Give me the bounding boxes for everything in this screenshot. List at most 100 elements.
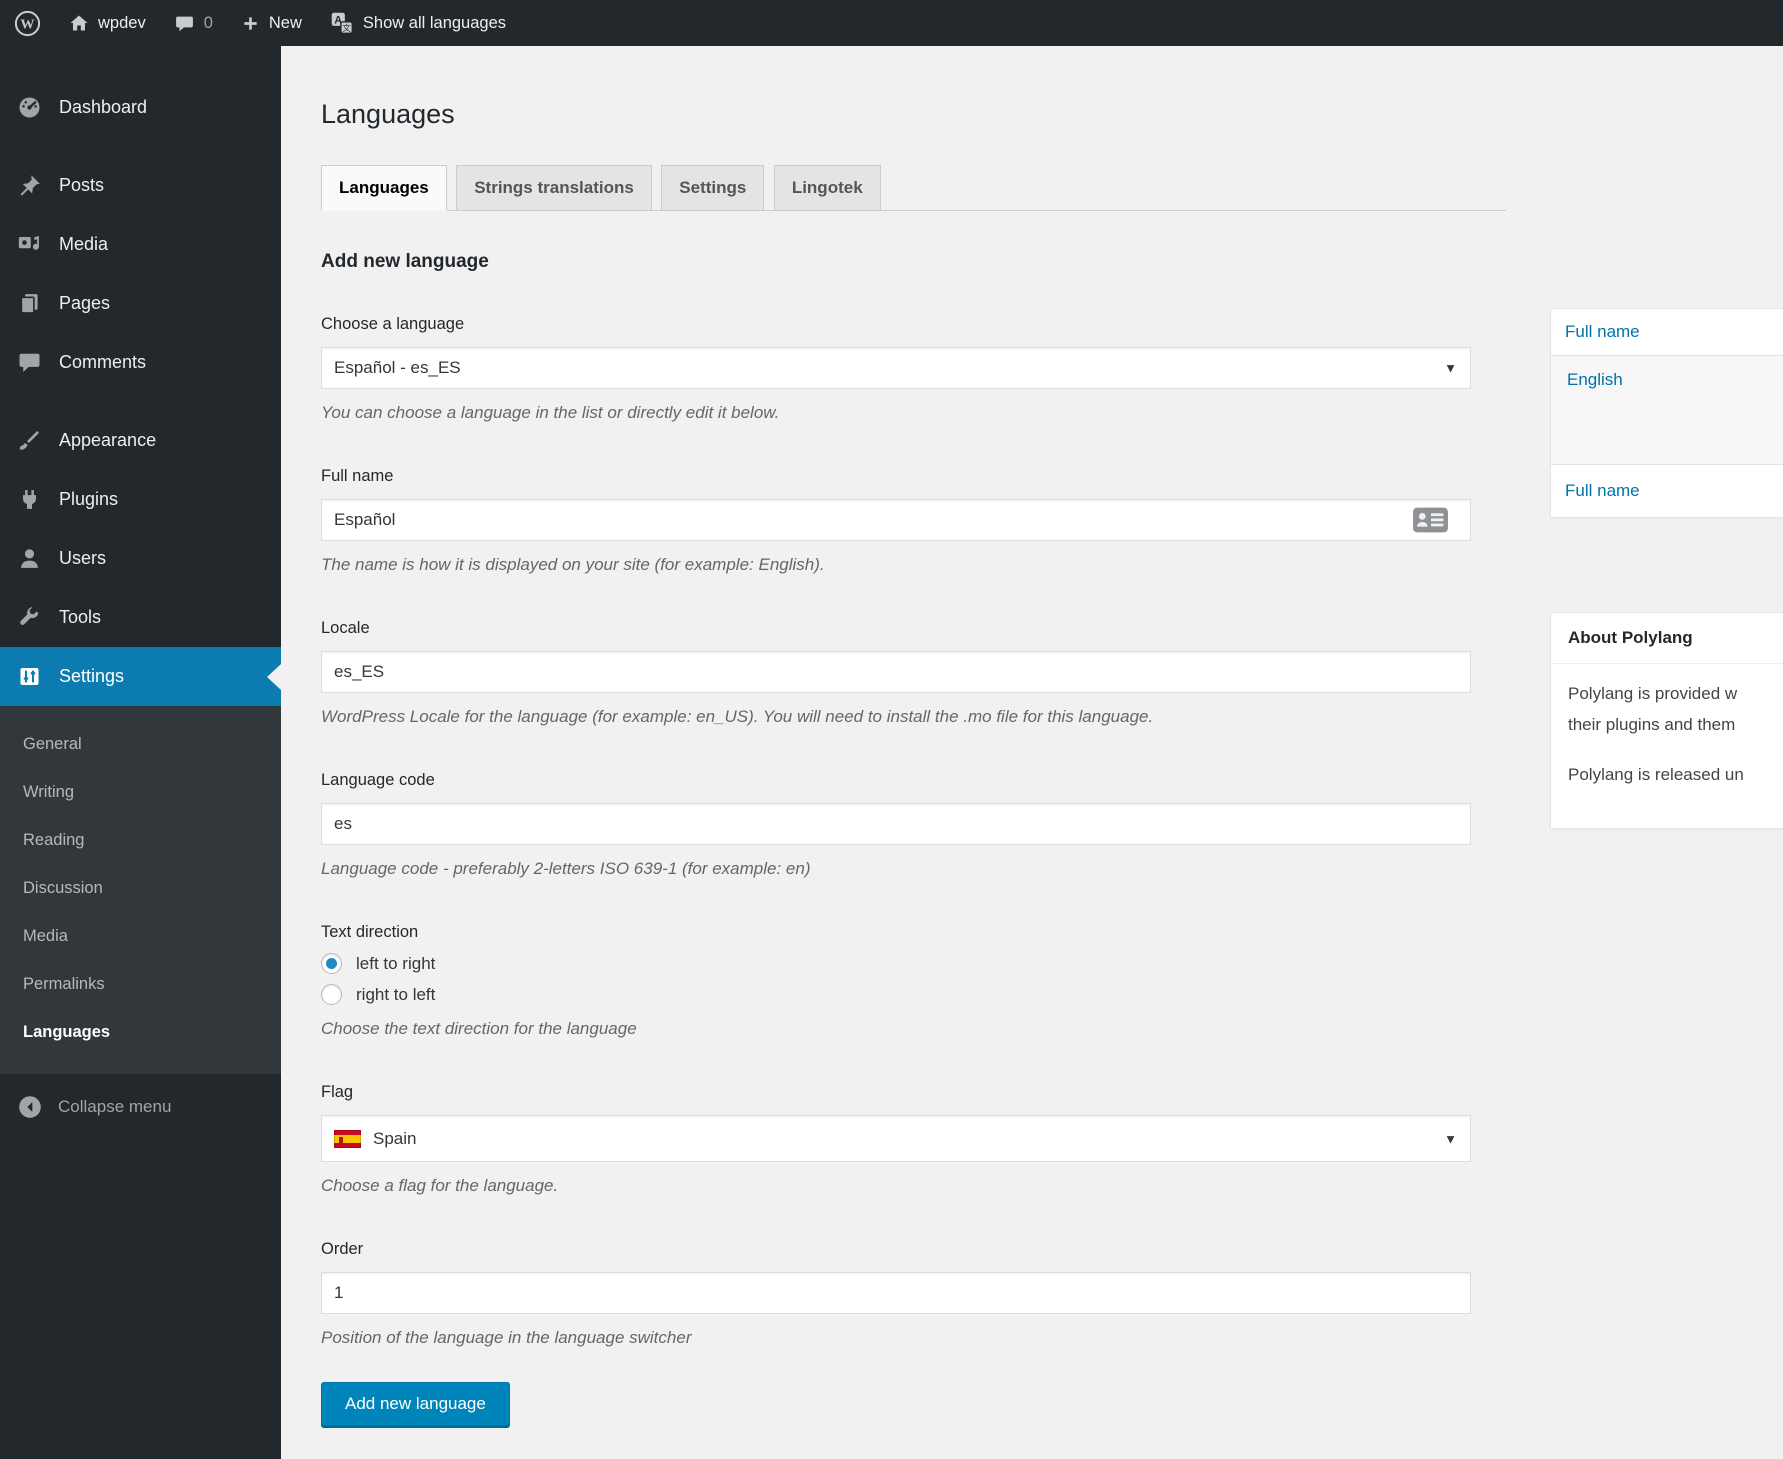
sidebar-item-label: Pages <box>59 293 110 314</box>
home-icon <box>69 13 89 33</box>
submenu-item-discussion[interactable]: Discussion <box>0 864 281 912</box>
about-polylang-body: Polylang is provided w their plugins and… <box>1551 664 1783 828</box>
contact-card-icon <box>1412 507 1449 534</box>
plus-icon <box>241 14 260 33</box>
locale-help: WordPress Locale for the language (for e… <box>321 705 1471 729</box>
chevron-down-icon: ▼ <box>1444 361 1457 376</box>
show-all-languages-label: Show all languages <box>363 14 506 33</box>
radio-ltr[interactable]: left to right <box>321 953 1471 974</box>
right-column: Full name English Full name About Polyla… <box>1550 308 1783 829</box>
submenu-item-general[interactable]: General <box>0 720 281 768</box>
column-header-full-name[interactable]: Full name <box>1565 322 1640 341</box>
comments-menu[interactable]: 0 <box>160 0 227 46</box>
comment-bubble-icon <box>174 13 195 34</box>
sidebar-item-plugins[interactable]: Plugins <box>0 470 281 529</box>
radio-rtl-label: right to left <box>356 985 435 1005</box>
submenu-item-writing[interactable]: Writing <box>0 768 281 816</box>
full-name-label: Full name <box>321 465 1471 487</box>
flag-select[interactable]: Spain ▼ <box>321 1115 1471 1162</box>
radio-button-icon[interactable] <box>321 953 342 974</box>
sidebar-item-users[interactable]: Users <box>0 529 281 588</box>
sidebar-item-label: Comments <box>59 352 146 373</box>
wrench-icon <box>17 605 42 630</box>
tab-bar: Languages Strings translations Settings … <box>321 165 1506 211</box>
sidebar-item-label: Users <box>59 548 106 569</box>
tab-settings[interactable]: Settings <box>661 165 764 211</box>
language-code-help: Language code - preferably 2-letters ISO… <box>321 857 1471 881</box>
sidebar-item-settings[interactable]: Settings <box>0 647 281 706</box>
tab-strings-translations[interactable]: Strings translations <box>456 165 652 211</box>
language-row-link-english[interactable]: English <box>1567 370 1623 389</box>
sidebar-item-label: Settings <box>59 666 124 687</box>
language-code-field: Language code Language code - preferably… <box>321 769 1471 881</box>
flag-help: Choose a flag for the language. <box>321 1174 1471 1198</box>
submenu-item-languages[interactable]: Languages <box>0 1008 281 1056</box>
chevron-down-icon: ▼ <box>1444 1131 1457 1146</box>
choose-language-field: Choose a language Español - es_ES ▼ You … <box>321 313 1471 425</box>
sidebar-item-posts[interactable]: Posts <box>0 156 281 215</box>
add-new-language-button[interactable]: Add new language <box>321 1382 510 1426</box>
radio-rtl[interactable]: right to left <box>321 984 1471 1005</box>
language-code-input[interactable] <box>321 803 1471 845</box>
flag-label: Flag <box>321 1081 1471 1103</box>
sidebar-item-label: Posts <box>59 175 104 196</box>
sidebar-item-comments[interactable]: Comments <box>0 333 281 392</box>
comment-icon <box>17 350 42 375</box>
flag-value: Spain <box>373 1129 416 1149</box>
languages-table: Full name English Full name <box>1550 308 1783 518</box>
text-direction-label: Text direction <box>321 921 1471 943</box>
tab-languages[interactable]: Languages <box>321 165 447 211</box>
svg-text:文: 文 <box>342 22 351 33</box>
svg-text:W: W <box>20 16 34 32</box>
text-direction-help: Choose the text direction for the langua… <box>321 1017 1471 1041</box>
choose-language-select[interactable]: Español - es_ES ▼ <box>321 347 1471 389</box>
section-title: Add new language <box>321 251 1783 273</box>
add-language-form: Choose a language Español - es_ES ▼ You … <box>321 313 1471 1426</box>
table-row: English <box>1551 355 1783 465</box>
settings-submenu: General Writing Reading Discussion Media… <box>0 706 281 1074</box>
locale-label: Locale <box>321 617 1471 639</box>
sidebar-item-label: Dashboard <box>59 97 147 118</box>
sidebar-item-dashboard[interactable]: Dashboard <box>0 78 281 137</box>
language-code-label: Language code <box>321 769 1471 791</box>
submenu-item-permalinks[interactable]: Permalinks <box>0 960 281 1008</box>
submenu-item-reading[interactable]: Reading <box>0 816 281 864</box>
locale-input[interactable] <box>321 651 1471 693</box>
collapse-menu-button[interactable]: Collapse menu <box>0 1080 281 1134</box>
sidebar-item-tools[interactable]: Tools <box>0 588 281 647</box>
about-text-line: Polylang is provided w <box>1568 678 1783 709</box>
order-input[interactable] <box>321 1272 1471 1314</box>
column-footer-full-name[interactable]: Full name <box>1565 481 1640 500</box>
collapse-arrow-icon <box>17 1094 43 1120</box>
order-help: Position of the language in the language… <box>321 1326 1471 1350</box>
media-icon <box>17 232 42 257</box>
sidebar-item-label: Appearance <box>59 430 156 451</box>
pushpin-icon <box>17 173 42 198</box>
locale-field: Locale WordPress Locale for the language… <box>321 617 1471 729</box>
order-label: Order <box>321 1238 1471 1260</box>
submenu-item-media[interactable]: Media <box>0 912 281 960</box>
show-all-languages-menu[interactable]: A 文 Show all languages <box>316 0 520 46</box>
admin-sidebar: Dashboard Posts Media Pages <box>0 46 281 1459</box>
new-label: New <box>269 14 302 33</box>
menu-separator <box>0 392 281 411</box>
full-name-field: Full name The name is how it is displaye… <box>321 465 1471 577</box>
translate-icon: A 文 <box>330 11 354 35</box>
dashboard-icon <box>17 95 42 120</box>
brush-icon <box>17 428 42 453</box>
radio-button-icon[interactable] <box>321 984 342 1005</box>
sidebar-item-appearance[interactable]: Appearance <box>0 411 281 470</box>
flag-field: Flag Spain ▼ Choose a flag for the langu… <box>321 1081 1471 1198</box>
settings-sliders-icon <box>17 664 42 689</box>
collapse-menu-label: Collapse menu <box>58 1097 171 1117</box>
site-name-menu[interactable]: wpdev <box>55 0 160 46</box>
full-name-input[interactable] <box>321 499 1471 541</box>
tab-lingotek[interactable]: Lingotek <box>774 165 881 211</box>
site-name: wpdev <box>98 14 146 33</box>
new-content-menu[interactable]: New <box>227 0 316 46</box>
sidebar-item-pages[interactable]: Pages <box>0 274 281 333</box>
sidebar-item-media[interactable]: Media <box>0 215 281 274</box>
comments-count: 0 <box>204 14 213 33</box>
about-polylang-box: About Polylang Polylang is provided w th… <box>1550 612 1783 829</box>
wordpress-logo-menu[interactable]: W <box>0 0 55 46</box>
